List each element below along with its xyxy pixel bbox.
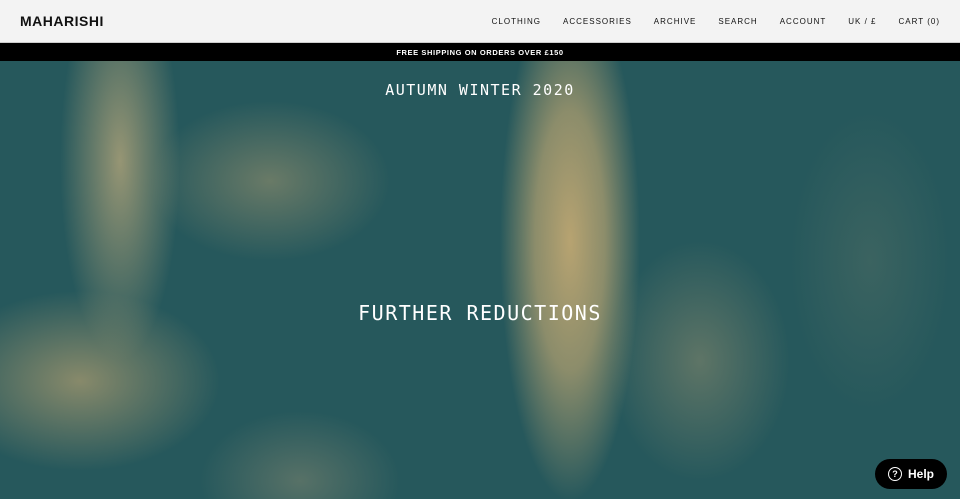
question-circle-icon: ?	[887, 467, 902, 481]
main-nav: CLOTHING ACCESSORIES ARCHIVE SEARCH ACCO…	[492, 17, 940, 26]
hero-image[interactable]: AUTUMN WINTER 2020 FURTHER REDUCTIONS	[0, 61, 960, 499]
nav-account[interactable]: ACCOUNT	[780, 17, 827, 26]
nav-search[interactable]: SEARCH	[718, 17, 757, 26]
help-label: Help	[907, 467, 934, 481]
help-button[interactable]: ? Help	[875, 459, 947, 489]
nav-clothing[interactable]: CLOTHING	[492, 17, 541, 26]
hero-headline[interactable]: FURTHER REDUCTIONS	[0, 301, 960, 325]
nav-accessories[interactable]: ACCESSORIES	[563, 17, 632, 26]
logo[interactable]: MAHARISHI	[20, 13, 104, 29]
nav-archive[interactable]: ARCHIVE	[654, 17, 697, 26]
site-header: MAHARISHI CLOTHING ACCESSORIES ARCHIVE S…	[0, 0, 960, 43]
shipping-banner: FREE SHIPPING ON ORDERS OVER £150	[0, 43, 960, 61]
hero-season: AUTUMN WINTER 2020	[385, 81, 575, 99]
nav-cart[interactable]: CART (0)	[899, 17, 941, 26]
nav-currency[interactable]: UK / £	[848, 17, 876, 26]
